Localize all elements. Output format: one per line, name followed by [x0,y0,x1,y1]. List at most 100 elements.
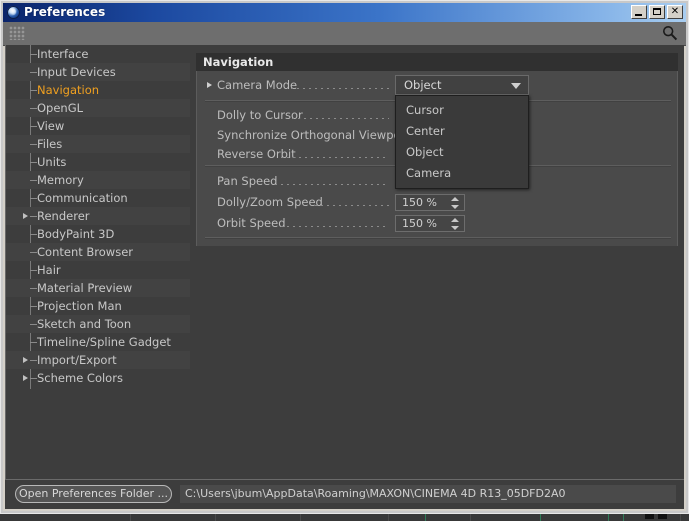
tree-branch-dash [30,342,37,343]
leader-dots [291,88,389,89]
orbit-speed-spinner[interactable]: 150 % [395,215,465,232]
sidebar-item-units[interactable]: Units [6,153,190,171]
tree-branch-dash [30,180,37,181]
main-body: Interface Input Devices Navigation OpenGL Vi… [5,45,684,480]
orbit-speed-value: 150 % [402,217,437,230]
preferences-window: Preferences ✕ Interface Input Devices Navi… [0,0,689,514]
dropdown-option-center[interactable]: Center [396,121,528,142]
sidebar-item-label: Scheme Colors [37,371,123,385]
leader-dots [292,118,389,119]
pan-speed-label: Pan Speed [217,174,278,188]
tree-branch-dash [30,306,37,307]
sidebar-item-label: BodyPaint 3D [37,227,115,241]
settings-content-panel: Navigation Camera Mode Dolly to Cursor S… [196,51,678,480]
sidebar-item-bodypaint-3d[interactable]: BodyPaint 3D [6,225,190,243]
drag-grip-icon[interactable] [9,26,25,40]
sidebar-item-label: Units [37,155,67,169]
window-title: Preferences [24,5,106,19]
dropdown-option-camera[interactable]: Camera [396,163,528,184]
spinner-arrows-icon[interactable] [451,218,460,230]
camera-mode-dropdown-button[interactable]: Object [395,75,529,95]
sidebar-item-label: OpenGL [37,101,84,115]
tree-branch-dash [30,360,37,361]
tree-branch-dash [30,72,37,73]
sidebar-item-projection-man[interactable]: Projection Man [6,297,190,315]
search-icon[interactable] [662,25,678,41]
tree-branch-dash [30,108,37,109]
minimize-button[interactable] [631,5,647,19]
chevron-down-icon [511,83,521,89]
tree-branch-dash [30,288,37,289]
sidebar-item-material-preview[interactable]: Material Preview [6,279,190,297]
sidebar-item-opengl[interactable]: OpenGL [6,99,190,117]
row-orbit-speed[interactable]: Orbit Speed 150 % [197,213,679,233]
window-inner-frame: Preferences ✕ Interface Input Devices Navi… [3,3,686,511]
row-dolly-zoom-speed[interactable]: Dolly/Zoom Speed 150 % [197,192,679,212]
sidebar-item-interface[interactable]: Interface [6,45,190,63]
open-preferences-folder-button[interactable]: Open Preferences Folder ... [15,485,172,503]
dolly-zoom-speed-spinner[interactable]: 150 % [395,194,465,211]
tree-branch-dash [30,216,37,217]
dropdown-option-object[interactable]: Object [396,142,528,163]
tree-branch-dash [30,234,37,235]
expand-triangle-icon[interactable] [23,213,28,219]
dolly-zoom-speed-value: 150 % [402,196,437,209]
sidebar-item-label: Sketch and Toon [37,317,132,331]
sidebar-item-view[interactable]: View [6,117,190,135]
sidebar-item-label: Projection Man [37,299,122,313]
leader-dots [275,184,389,185]
sidebar-item-label: Input Devices [37,65,116,79]
tree-branch-dash [30,198,37,199]
camera-mode-dropdown-list[interactable]: Cursor Center Object Camera [395,95,529,189]
tree-branch-dash [30,270,37,271]
sidebar-item-content-browser[interactable]: Content Browser [6,243,190,261]
sidebar-item-navigation[interactable]: Navigation [6,81,190,99]
tree-branch-dash [30,90,37,91]
orbit-speed-label: Orbit Speed [217,216,286,230]
settings-category-tree[interactable]: Interface Input Devices Navigation OpenGL Vi… [6,45,190,480]
synchronize-orthogonal-viewports-label: Synchronize Orthogonal Viewports [217,128,416,142]
c4d-logo-icon [7,6,20,19]
separator-3 [205,237,671,238]
close-button[interactable]: ✕ [667,5,683,19]
bottom-bar: Open Preferences Folder ... C:\Users\jbu… [5,479,684,509]
spinner-arrows-icon[interactable] [451,197,460,209]
sidebar-item-label: View [37,119,65,133]
leader-dots [281,226,389,227]
tree-branch-dash [30,378,37,379]
sidebar-item-label: Memory [37,173,84,187]
dolly-to-cursor-label: Dolly to Cursor [217,108,303,122]
expand-triangle-icon[interactable] [207,82,212,88]
sidebar-item-renderer[interactable]: Renderer [6,207,190,225]
reverse-orbit-label: Reverse Orbit [217,147,296,161]
preferences-path-text: C:\Users\jbum\AppData\Roaming\MAXON\CINE… [180,485,676,503]
sidebar-item-label: Navigation [37,83,100,97]
camera-mode-dropdown-value: Object [404,78,442,92]
sidebar-item-label: Hair [37,263,61,277]
sidebar-item-sketch-and-toon[interactable]: Sketch and Toon [6,315,190,333]
sidebar-item-label: Timeline/Spline Gadget [37,335,171,349]
tree-branch-dash [30,252,37,253]
sidebar-item-scheme-colors[interactable]: Scheme Colors [6,369,190,387]
sidebar-item-label: Content Browser [37,245,133,259]
sidebar-item-timeline-spline-gadget[interactable]: Timeline/Spline Gadget [6,333,190,351]
sidebar-item-hair[interactable]: Hair [6,261,190,279]
title-bar[interactable]: Preferences ✕ [3,3,686,22]
sidebar-item-files[interactable]: Files [6,135,190,153]
dolly-zoom-speed-label: Dolly/Zoom Speed [217,195,323,209]
tree-branch-dash [30,54,37,55]
sidebar-item-communication[interactable]: Communication [6,189,190,207]
sidebar-item-input-devices[interactable]: Input Devices [6,63,190,81]
sidebar-item-label: Material Preview [37,281,133,295]
maximize-button[interactable] [649,5,665,19]
section-title: Navigation [196,53,678,71]
sidebar-item-label: Files [37,137,63,151]
expand-triangle-icon[interactable] [23,357,28,363]
sidebar-item-import-export[interactable]: Import/Export [6,351,190,369]
expand-triangle-icon[interactable] [23,375,28,381]
properties-box: Camera Mode Dolly to Cursor Synchronize … [196,71,678,246]
sidebar-item-memory[interactable]: Memory [6,171,190,189]
leader-dots [281,157,389,158]
dropdown-option-cursor[interactable]: Cursor [396,100,528,121]
tree-branch-dash [30,324,37,325]
